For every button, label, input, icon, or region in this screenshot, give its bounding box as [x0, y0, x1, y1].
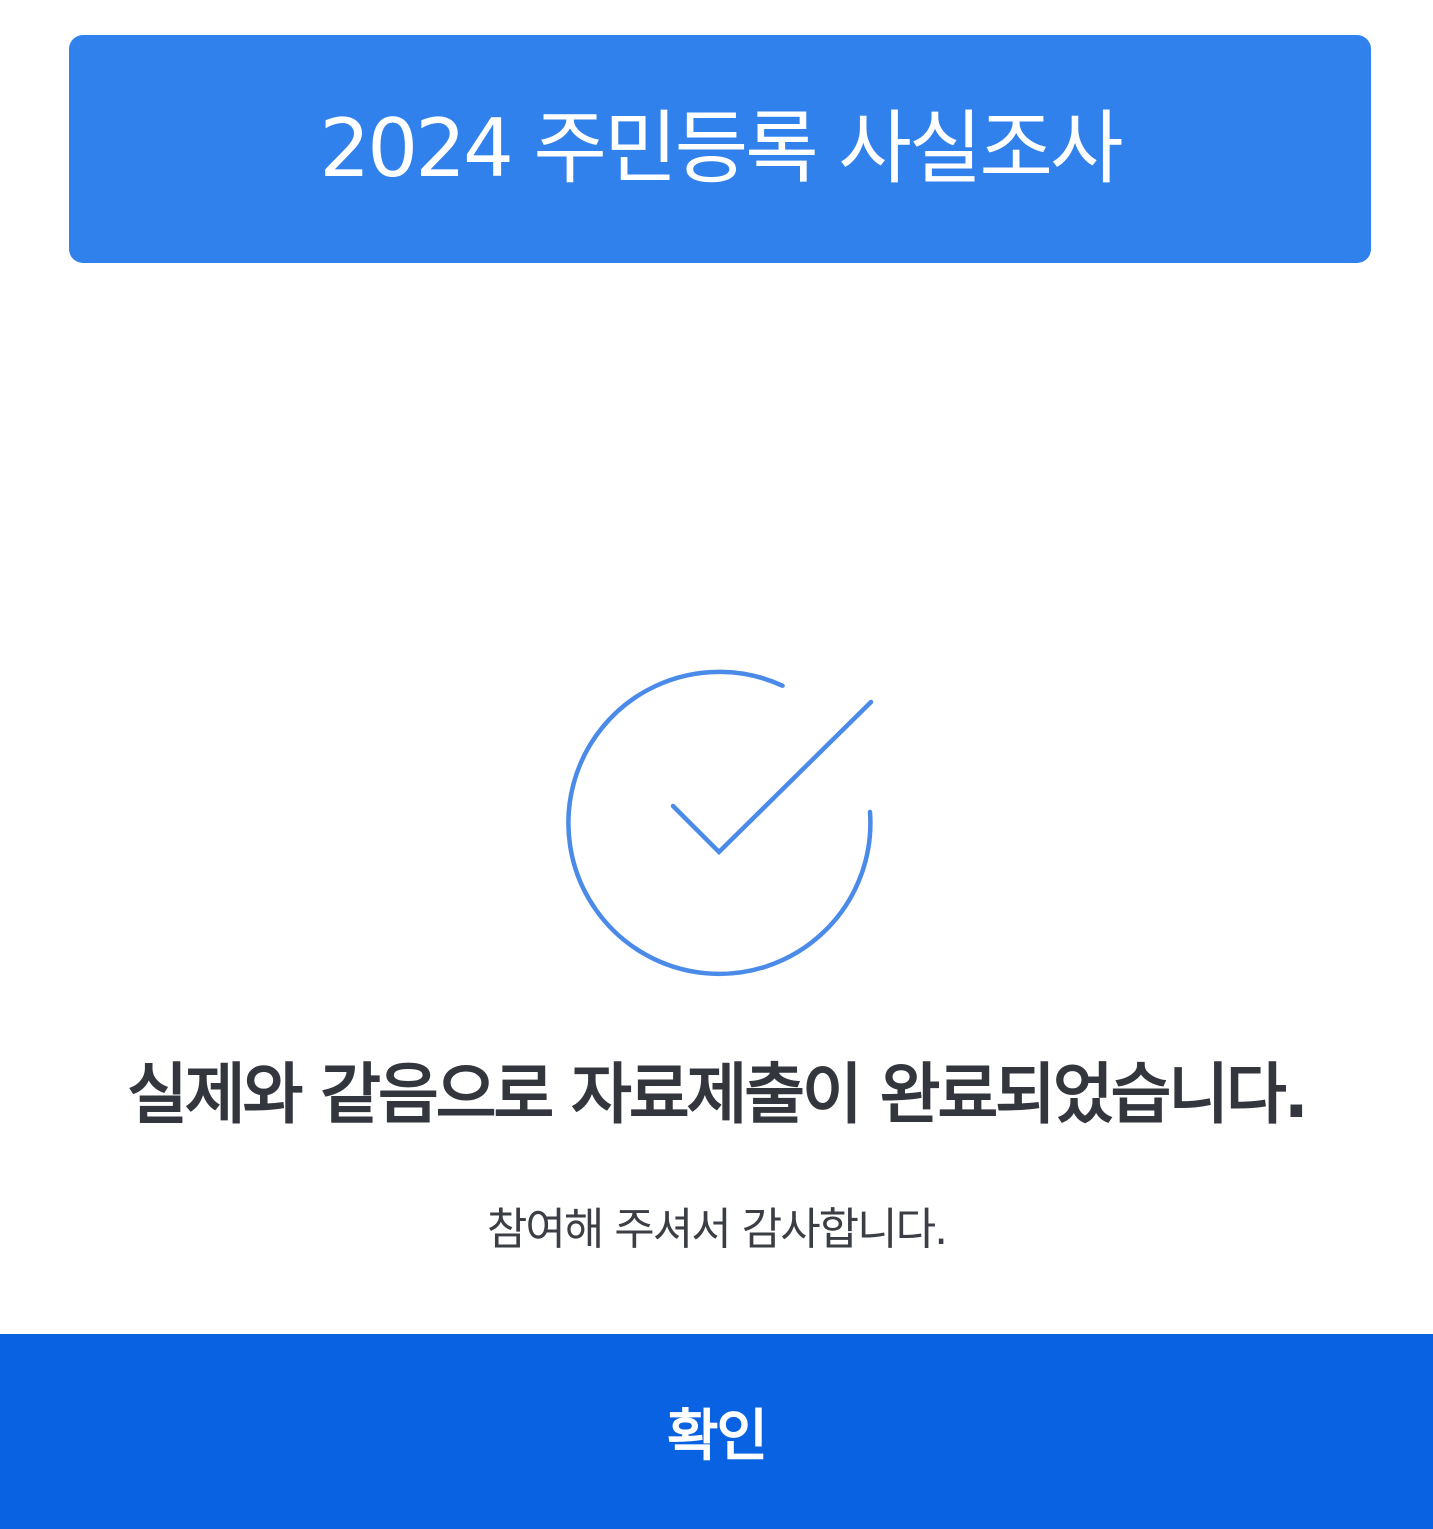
confirm-button[interactable]: 확인 [0, 1334, 1433, 1529]
check-circle-arc [566, 669, 873, 977]
header-banner: 2024 주민등록 사실조사 [69, 35, 1371, 263]
confirm-button-label: 확인 [666, 1404, 768, 1469]
check-mark [670, 699, 874, 856]
check-circle-icon [560, 664, 880, 984]
page-title: 2024 주민등록 사실조사 [319, 102, 1123, 195]
completion-message: 실제와 같음으로 자료제출이 완료되었습니다. [127, 1056, 1309, 1133]
thank-you-message: 참여해 주셔서 감사합니다. [486, 1204, 948, 1255]
